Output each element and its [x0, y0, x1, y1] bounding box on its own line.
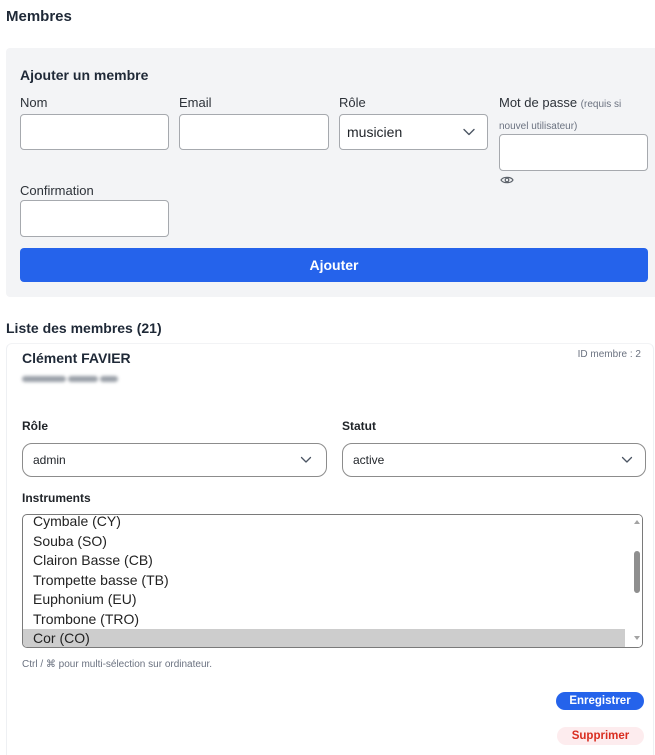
member-status-select[interactable]: active	[342, 443, 646, 477]
chevron-down-icon	[621, 456, 633, 463]
instrument-option[interactable]: Souba (SO)	[23, 532, 625, 552]
page-title: Membres	[6, 8, 72, 25]
password-label: Mot de passe (requis si nouvel utilisate…	[499, 93, 648, 137]
instruments-options: Cymbale (CY) Souba (SO) Clairon Basse (C…	[23, 515, 625, 647]
password-label-text: Mot de passe	[499, 95, 578, 110]
chevron-down-icon	[463, 128, 475, 136]
chevron-down-icon	[300, 456, 312, 463]
instruments-listbox[interactable]: Cymbale (CY) Souba (SO) Clairon Basse (C…	[22, 514, 643, 648]
instrument-option[interactable]: Cymbale (CY)	[23, 515, 625, 532]
email-input[interactable]	[179, 114, 329, 150]
member-role-select[interactable]: admin	[22, 443, 327, 477]
role-select[interactable]: musicien	[339, 114, 488, 150]
scrollbar-thumb[interactable]	[634, 551, 640, 593]
eye-icon[interactable]	[500, 175, 514, 185]
member-email-blurred	[22, 374, 118, 384]
role-select-value: musicien	[347, 124, 403, 140]
email-label: Email	[179, 95, 212, 110]
instrument-option[interactable]: Cor (CO)	[23, 629, 625, 647]
member-status-value: active	[353, 453, 385, 467]
multi-select-hint: Ctrl / ⌘ pour multi-sélection sur ordina…	[22, 659, 213, 670]
name-label: Nom	[20, 95, 48, 110]
instrument-option[interactable]: Trompette basse (TB)	[23, 571, 625, 591]
member-role-value: admin	[33, 453, 66, 467]
save-button[interactable]: Enregistrer	[556, 692, 644, 710]
instruments-label: Instruments	[22, 491, 91, 505]
member-status-label: Statut	[342, 419, 376, 433]
member-card: Clément FAVIER ID membre : 2 Rôle admin …	[6, 343, 654, 755]
listbox-scrollbar[interactable]	[625, 515, 642, 647]
password-input[interactable]	[499, 134, 648, 171]
add-member-panel: Ajouter un membre Nom Email Rôle musicie…	[6, 48, 655, 297]
instrument-option[interactable]: Euphonium (EU)	[23, 590, 625, 610]
name-input[interactable]	[20, 114, 169, 150]
member-name: Clément FAVIER	[22, 350, 131, 366]
confirmation-label: Confirmation	[20, 183, 94, 198]
delete-button[interactable]: Supprimer	[557, 727, 644, 745]
add-member-title: Ajouter un membre	[20, 67, 149, 83]
confirmation-input[interactable]	[20, 200, 169, 237]
instrument-option[interactable]: Trombone (TRO)	[23, 610, 625, 630]
instrument-option[interactable]: Clairon Basse (CB)	[23, 551, 625, 571]
scroll-up-arrow-icon[interactable]	[633, 520, 640, 524]
role-label: Rôle	[339, 95, 366, 110]
member-id: ID membre : 2	[577, 349, 641, 360]
members-list-title: Liste des membres (21)	[6, 320, 162, 336]
member-role-label: Rôle	[22, 419, 49, 433]
add-member-button[interactable]: Ajouter	[20, 248, 648, 282]
scroll-down-arrow-icon[interactable]	[633, 636, 640, 640]
